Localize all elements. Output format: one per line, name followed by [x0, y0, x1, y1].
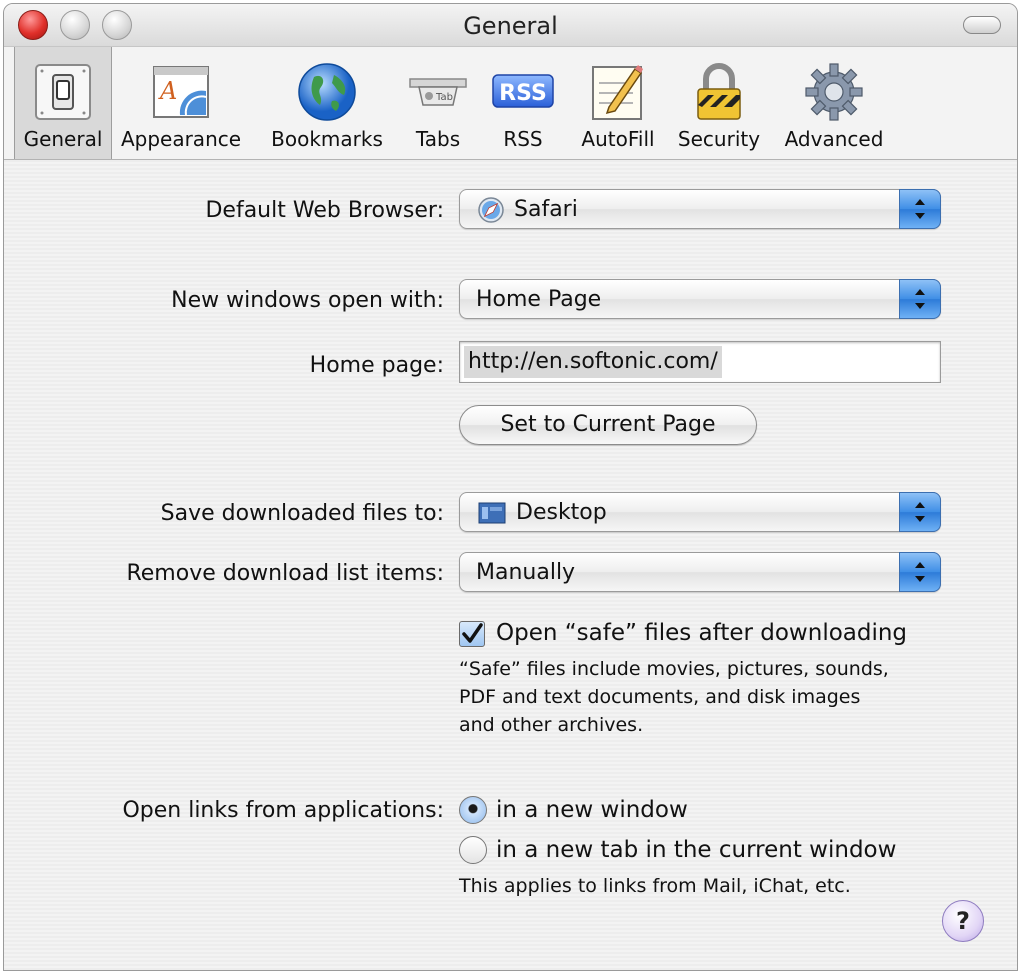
- tab-security[interactable]: Security: [672, 47, 766, 159]
- checkmark-icon: [462, 623, 483, 643]
- tab-appearance-label: Appearance: [120, 127, 242, 151]
- tab-security-label: Security: [677, 127, 761, 151]
- remove-downloads-value: Manually: [476, 560, 576, 585]
- tab-tabs-label: Tabs: [415, 127, 461, 151]
- updown-arrows-icon: [899, 189, 941, 229]
- open-links-note: This applies to links from Mail, iChat, …: [459, 875, 851, 897]
- safari-compass-icon: [478, 197, 504, 223]
- save-downloads-value: Desktop: [516, 500, 607, 525]
- home-page-label: Home page:: [309, 353, 444, 378]
- svg-text:A: A: [158, 77, 177, 105]
- tab-general[interactable]: General: [14, 47, 112, 159]
- window-title: General: [463, 12, 558, 40]
- help-button[interactable]: ?: [942, 900, 984, 942]
- updown-arrows-icon: [899, 279, 941, 319]
- updown-arrows-icon: [899, 552, 941, 592]
- safe-files-note-line-3: and other archives.: [459, 714, 644, 736]
- remove-downloads-popup[interactable]: Manually: [459, 552, 941, 592]
- toolbar-toggle-button[interactable]: [963, 16, 1001, 34]
- new-windows-label: New windows open with:: [171, 288, 444, 313]
- svg-text:Tab: Tab: [435, 92, 453, 103]
- tab-general-label: General: [23, 127, 103, 151]
- radio-new-tab[interactable]: [459, 836, 487, 864]
- lock-icon: [688, 61, 750, 123]
- font-icon: A: [150, 61, 212, 123]
- preferences-window: General General A Appearance Bookmarks T…: [3, 3, 1018, 971]
- safe-files-note-line-2: PDF and text documents, and disk images: [459, 686, 861, 708]
- tab-bookmarks[interactable]: Bookmarks: [264, 47, 390, 159]
- safe-files-note-line-1: “Safe” files include movies, pictures, s…: [459, 658, 889, 680]
- radio-new-window-label[interactable]: in a new window: [496, 797, 688, 823]
- save-downloads-popup[interactable]: Desktop: [459, 492, 941, 532]
- preferences-toolbar: General A Appearance Bookmarks Tab Tabs …: [4, 47, 1017, 160]
- pencil-form-icon: [587, 61, 649, 123]
- tab-advanced[interactable]: Advanced: [778, 47, 890, 159]
- title-bar[interactable]: General: [4, 4, 1017, 47]
- default-browser-label: Default Web Browser:: [205, 198, 444, 223]
- light-switch-icon: [32, 61, 94, 123]
- home-page-value: http://en.softonic.com/: [464, 346, 722, 378]
- tab-icon: Tab: [407, 61, 469, 123]
- desktop-folder-icon: [478, 502, 506, 524]
- home-page-field[interactable]: http://en.softonic.com/: [459, 341, 941, 383]
- open-links-label: Open links from applications:: [122, 798, 444, 823]
- save-downloads-label: Save downloaded files to:: [160, 501, 444, 526]
- tab-bookmarks-label: Bookmarks: [271, 127, 383, 151]
- tab-autofill[interactable]: AutoFill: [570, 47, 666, 159]
- radio-new-window[interactable]: [459, 796, 487, 824]
- globe-icon: [296, 61, 358, 123]
- svg-text:RSS: RSS: [499, 81, 547, 106]
- tab-appearance[interactable]: A Appearance: [116, 47, 246, 159]
- default-browser-value: Safari: [514, 197, 578, 222]
- new-windows-value: Home Page: [476, 287, 602, 312]
- tab-advanced-label: Advanced: [784, 127, 884, 151]
- rss-icon: RSS: [492, 61, 554, 123]
- default-browser-popup[interactable]: Safari: [459, 189, 941, 229]
- new-windows-popup[interactable]: Home Page: [459, 279, 941, 319]
- set-to-current-page-button[interactable]: Set to Current Page: [459, 405, 757, 445]
- gear-icon: [803, 61, 865, 123]
- tab-rss-label: RSS: [503, 127, 543, 151]
- tab-rss[interactable]: RSS RSS: [488, 47, 558, 159]
- updown-arrows-icon: [899, 492, 941, 532]
- remove-downloads-label: Remove download list items:: [126, 561, 444, 586]
- tab-tabs[interactable]: Tab Tabs: [400, 47, 476, 159]
- open-safe-files-label[interactable]: Open “safe” files after downloading: [496, 620, 907, 646]
- radio-new-tab-label[interactable]: in a new tab in the current window: [496, 837, 896, 863]
- tab-autofill-label: AutoFill: [581, 127, 655, 151]
- open-safe-files-checkbox[interactable]: [459, 621, 485, 647]
- general-settings-pane: Default Web Browser: Safari New windows …: [4, 160, 1017, 970]
